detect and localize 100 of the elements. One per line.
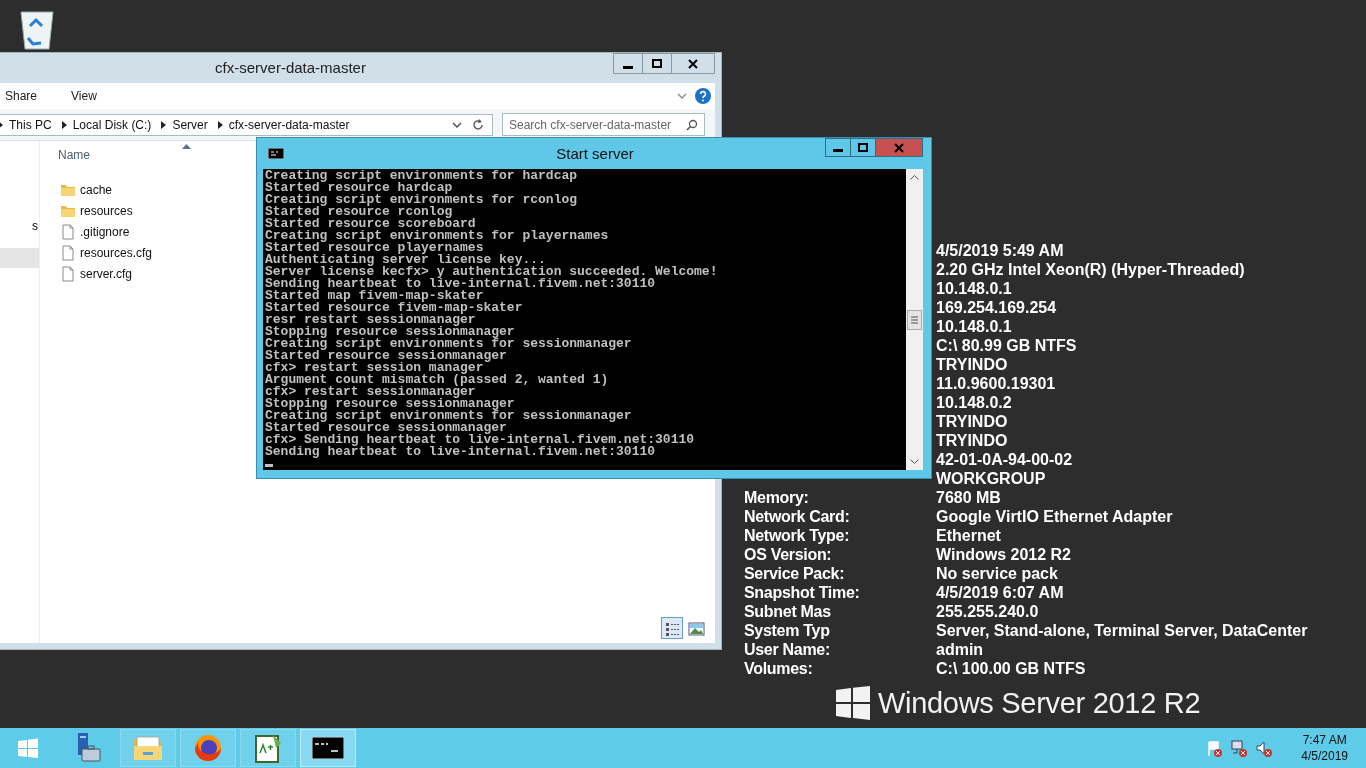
console-line: Creating script environments for sessionmanager	[265, 410, 633, 422]
console-line: Creating script environments for playernames	[265, 230, 610, 242]
network-warning-icon[interactable]	[1231, 739, 1249, 757]
os-branding: Windows Server 2012 R2	[878, 686, 1201, 720]
firefox-icon	[193, 733, 223, 763]
info-label: Service Pack:	[744, 565, 845, 582]
file-icon	[60, 244, 76, 261]
notepad-icon	[253, 733, 283, 763]
file-name[interactable]: resources.cfg	[80, 245, 153, 260]
info-value: 10.148.0.2	[936, 393, 1012, 412]
file-icon	[60, 223, 76, 240]
file-icon	[60, 265, 76, 282]
file-name[interactable]: resources	[80, 203, 133, 218]
info-value: 10.148.0.1	[936, 279, 1012, 298]
breadcrumb-item[interactable]: cfx-server-data-master	[228, 117, 350, 132]
chevron-down-icon[interactable]	[452, 121, 462, 128]
minimize-button[interactable]	[613, 53, 643, 74]
search-icon[interactable]	[686, 119, 698, 131]
speaker-muted-icon[interactable]	[1256, 739, 1274, 757]
file-name[interactable]: server.cfg	[80, 266, 133, 281]
console-line: Creating script environments for rconlog	[265, 194, 579, 206]
refresh-icon[interactable]	[472, 118, 484, 131]
minimize-button[interactable]	[825, 138, 851, 157]
info-value: 10.148.0.1	[936, 317, 1012, 336]
console-line: Stopping resource sessionmanager	[265, 326, 516, 338]
taskbar-button[interactable]	[240, 729, 296, 767]
info-value: Google VirtIO Ethernet Adapter	[936, 507, 1173, 526]
breadcrumb-item[interactable]: Local Disk (C:)	[72, 117, 152, 132]
ribbon-tab[interactable]: Share	[5, 89, 52, 103]
info-value: TRYINDO	[936, 431, 1008, 450]
text-cursor	[265, 464, 273, 467]
info-label: Network Type:	[744, 527, 850, 544]
flag-warning-icon[interactable]	[1206, 739, 1224, 757]
info-value: C:\ 80.99 GB NTFS	[936, 336, 1077, 355]
taskbar-button[interactable]	[300, 729, 356, 767]
console-line: Server license kecfx> y authentication succeeded. Welcome!	[265, 266, 719, 278]
scroll-down-icon[interactable]	[910, 459, 919, 464]
recycle-bin-icon[interactable]	[18, 8, 56, 50]
info-value: admin	[936, 640, 984, 659]
info-value: 42-01-0A-94-00-02	[936, 450, 1073, 469]
info-label: Subnet Mas	[744, 603, 831, 620]
info-value: 7680 MB	[936, 488, 1001, 507]
info-value: 4/5/2019 6:07 AM	[936, 583, 1064, 602]
info-value: Server, Stand-alone, Terminal Server, DataCenter	[936, 621, 1308, 640]
info-value: 169.254.169.254	[936, 298, 1057, 317]
console-icon	[268, 148, 284, 159]
console-icon	[312, 737, 344, 759]
console-line: Started resource hardcap	[265, 182, 453, 194]
console-line: Started resource fivem-map-skater	[265, 302, 524, 314]
info-label: System Typ	[744, 622, 830, 639]
help-icon[interactable]	[695, 88, 711, 104]
scrollbar[interactable]	[906, 169, 923, 470]
console-line: Started map fivem-map-skater	[265, 290, 484, 302]
breadcrumb-item[interactable]: Server	[172, 117, 208, 132]
console-line: cfx> restart sessionmanager	[265, 386, 476, 398]
column-header[interactable]: Name	[58, 148, 90, 162]
breadcrumb-item[interactable]: This PC	[9, 117, 52, 132]
info-value: 11.0.9600.19301	[936, 374, 1056, 393]
ribbon-tab[interactable]: View	[71, 89, 111, 103]
console-line: cfx> Sending heartbeat to live-internal.fivem.net:30110	[265, 434, 696, 446]
window-title: Start server	[555, 144, 635, 162]
scroll-up-icon[interactable]	[910, 175, 919, 180]
windows-logo-icon	[18, 738, 38, 758]
maximize-icon	[858, 143, 868, 152]
details-view-button[interactable]	[661, 617, 683, 639]
maximize-button[interactable]	[850, 138, 876, 157]
info-label: User Name:	[744, 641, 830, 658]
console-line: Started resource sessionmanager	[265, 350, 508, 362]
clock[interactable]: 7:47 AM 4/5/2019	[1301, 732, 1348, 764]
info-label: OS Version:	[744, 546, 832, 563]
clock-time: 7:47 AM	[1302, 732, 1347, 748]
console-line: Started resource playernames	[265, 242, 484, 254]
info-value: 255.255.240.0	[936, 602, 1039, 621]
info-label: Volumes:	[744, 660, 813, 677]
picture-icon	[687, 619, 705, 637]
info-value: No service pack	[936, 564, 1058, 583]
console-line: Stopping resource sessionmanager	[265, 398, 516, 410]
info-value: 2.20 GHz Intel Xeon(R) (Hyper-Threaded)	[936, 260, 1245, 279]
console-line: Sending heartbeat to live-internal.fivem.net:30110	[265, 278, 657, 290]
file-name[interactable]: .gitignore	[80, 224, 130, 239]
console-line: Creating script environments for hardcap	[265, 170, 579, 182]
address-bar[interactable]: This PC Local Disk (C:) Server cfx-server-data-master	[0, 113, 493, 136]
close-icon	[894, 142, 904, 153]
info-label: Snapshot Time:	[744, 584, 860, 601]
info-label: Memory:	[744, 489, 809, 506]
file-name[interactable]: cache	[80, 182, 113, 197]
minimize-icon	[833, 149, 843, 152]
maximize-button[interactable]	[642, 53, 672, 74]
search-field[interactable]: Search cfx-server-data-master	[502, 113, 705, 136]
scroll-thumb-icon[interactable]	[907, 309, 922, 330]
info-value: Ethernet	[936, 526, 1001, 545]
info-value: 4/5/2019 5:49 AM	[936, 241, 1064, 260]
window-title: cfx-server-data-master	[214, 58, 367, 76]
close-button[interactable]	[671, 53, 715, 74]
console-line: Started resource sessionmanager	[265, 422, 507, 434]
nav-item[interactable]: s	[0, 216, 39, 236]
info-value: TRYINDO	[936, 412, 1008, 431]
close-icon	[688, 58, 698, 69]
console-line: Argument count mismatch (passed 2, wanted 1)	[265, 374, 610, 386]
console-line: Authenticating server license key...	[265, 254, 546, 266]
